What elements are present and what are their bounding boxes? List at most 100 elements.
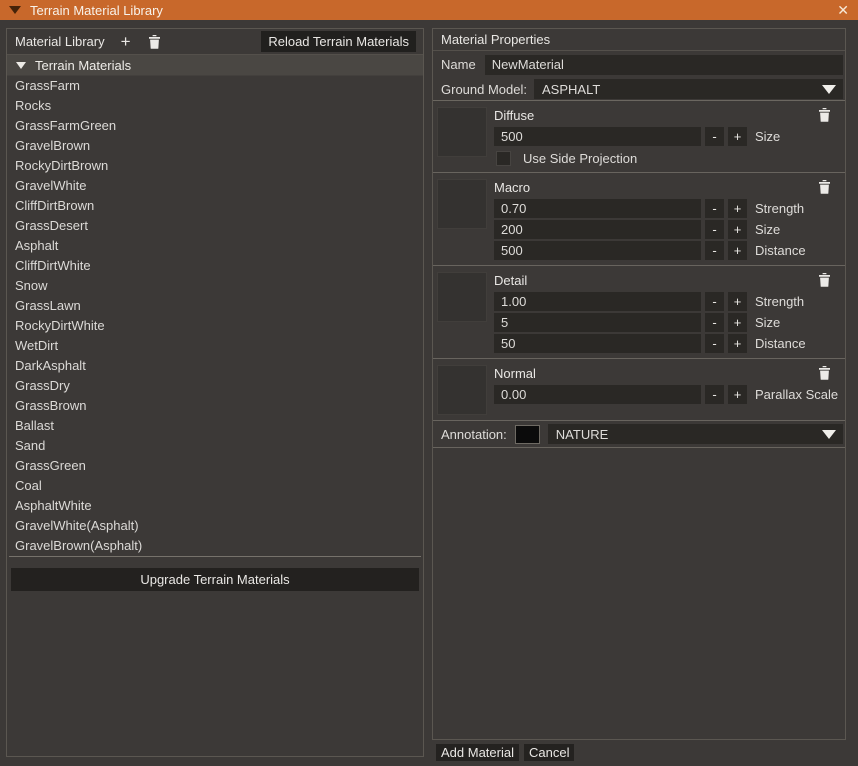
field-label: Distance: [755, 243, 806, 258]
upgrade-terrain-materials-button[interactable]: Upgrade Terrain Materials: [11, 568, 419, 591]
texture-section-rows: - + Strength - + Size - + Distance: [494, 292, 843, 353]
decrement-button[interactable]: -: [705, 334, 724, 353]
decrement-button[interactable]: -: [705, 241, 724, 260]
list-item[interactable]: DarkAsphalt: [7, 356, 423, 376]
close-icon[interactable]: ✕: [837, 0, 849, 20]
increment-button[interactable]: +: [728, 199, 747, 218]
value-input[interactable]: [494, 334, 701, 353]
list-item[interactable]: GrassDesert: [7, 216, 423, 236]
annotation-dropdown[interactable]: NATURE: [547, 424, 843, 444]
name-label: Name: [441, 57, 476, 72]
texture-sections: Diffuse - + Size Use Side Projection Mac…: [433, 101, 845, 421]
texture-thumbnail[interactable]: [437, 272, 487, 322]
increment-button[interactable]: +: [728, 241, 747, 260]
value-input[interactable]: [494, 385, 701, 404]
delete-texture-icon[interactable]: [819, 108, 830, 122]
field-row: - + Size: [494, 220, 843, 239]
list-item[interactable]: GravelWhite(Asphalt): [7, 516, 423, 536]
increment-button[interactable]: +: [728, 385, 747, 404]
list-item[interactable]: Sand: [7, 436, 423, 456]
ground-model-value: ASPHALT: [542, 81, 601, 97]
texture-section-body: Macro - + Strength - + Size - + Distance: [494, 177, 843, 260]
list-item[interactable]: RockyDirtBrown: [7, 156, 423, 176]
list-item[interactable]: Asphalt: [7, 236, 423, 256]
tree-root-label: Terrain Materials: [35, 57, 132, 73]
list-item[interactable]: GrassDry: [7, 376, 423, 396]
chevron-down-icon: [822, 429, 836, 439]
tree-root-terrain-materials[interactable]: Terrain Materials: [7, 55, 423, 76]
list-item[interactable]: GrassGreen: [7, 456, 423, 476]
name-row: Name: [433, 51, 845, 78]
list-item[interactable]: Snow: [7, 276, 423, 296]
list-item[interactable]: RockyDirtWhite: [7, 316, 423, 336]
use-side-projection-checkbox[interactable]: [496, 150, 511, 166]
annotation-color-swatch[interactable]: [514, 424, 540, 444]
reload-terrain-materials-button[interactable]: Reload Terrain Materials: [261, 31, 416, 52]
value-input[interactable]: [494, 199, 701, 218]
list-item[interactable]: Rocks: [7, 96, 423, 116]
material-library-header: Material Library + Reload Terrain Materi…: [7, 29, 423, 55]
list-item[interactable]: Ballast: [7, 416, 423, 436]
texture-section: Diffuse - + Size Use Side Projection: [433, 101, 845, 173]
delete-material-icon[interactable]: [148, 34, 160, 49]
material-library-label: Material Library: [15, 34, 105, 49]
material-list: GrassFarm Rocks GrassFarmGreen GravelBrown R…: [7, 76, 423, 556]
delete-texture-icon[interactable]: [819, 273, 830, 287]
titlebar[interactable]: Terrain Material Library ✕: [0, 0, 858, 20]
section-title: Diffuse: [494, 107, 535, 123]
texture-thumbnail[interactable]: [437, 365, 487, 415]
name-input[interactable]: [484, 54, 843, 75]
list-item[interactable]: GrassLawn: [7, 296, 423, 316]
list-item[interactable]: GravelWhite: [7, 176, 423, 196]
delete-texture-icon[interactable]: [819, 366, 830, 380]
field-label: Size: [755, 129, 781, 144]
decrement-button[interactable]: -: [705, 199, 724, 218]
add-material-icon[interactable]: +: [121, 33, 131, 50]
delete-texture-icon[interactable]: [819, 180, 830, 194]
material-properties-header: Material Properties: [433, 29, 845, 51]
checkbox-row: Use Side Projection: [494, 149, 843, 167]
collapse-arrow-icon: [16, 61, 26, 69]
value-input[interactable]: [494, 127, 701, 146]
increment-button[interactable]: +: [728, 292, 747, 311]
field-row: - + Distance: [494, 241, 843, 260]
decrement-button[interactable]: -: [705, 220, 724, 239]
increment-button[interactable]: +: [728, 220, 747, 239]
texture-section-rows: - + Size Use Side Projection: [494, 127, 843, 167]
material-properties-panel: Material Properties Name Ground Model: A…: [432, 28, 846, 740]
texture-section: Macro - + Strength - + Size - + Distance: [433, 173, 845, 266]
decrement-button[interactable]: -: [705, 385, 724, 404]
value-input[interactable]: [494, 220, 701, 239]
increment-button[interactable]: +: [728, 313, 747, 332]
section-title: Macro: [494, 179, 531, 195]
value-input[interactable]: [494, 241, 701, 260]
decrement-button[interactable]: -: [705, 127, 724, 146]
list-item[interactable]: AsphaltWhite: [7, 496, 423, 516]
list-item[interactable]: CliffDirtBrown: [7, 196, 423, 216]
add-material-button[interactable]: Add Material: [436, 744, 519, 761]
texture-thumbnail[interactable]: [437, 107, 487, 157]
value-input[interactable]: [494, 292, 701, 311]
increment-button[interactable]: +: [728, 127, 747, 146]
annotation-row: Annotation: NATURE: [433, 421, 845, 448]
increment-button[interactable]: +: [728, 334, 747, 353]
list-item[interactable]: GravelBrown(Asphalt): [7, 536, 423, 556]
field-label: Strength: [755, 201, 805, 216]
list-item[interactable]: GrassFarmGreen: [7, 116, 423, 136]
decrement-button[interactable]: -: [705, 292, 724, 311]
section-title: Normal: [494, 365, 536, 381]
ground-model-dropdown[interactable]: ASPHALT: [534, 79, 843, 99]
decrement-button[interactable]: -: [705, 313, 724, 332]
texture-thumbnail[interactable]: [437, 179, 487, 229]
texture-section-head: Macro: [494, 177, 843, 197]
texture-section: Normal - + Parallax Scale: [433, 359, 845, 421]
list-item[interactable]: WetDirt: [7, 336, 423, 356]
field-row: - + Size: [494, 127, 843, 146]
list-item[interactable]: GrassBrown: [7, 396, 423, 416]
cancel-button[interactable]: Cancel: [523, 744, 575, 761]
list-item[interactable]: CliffDirtWhite: [7, 256, 423, 276]
list-item[interactable]: GravelBrown: [7, 136, 423, 156]
value-input[interactable]: [494, 313, 701, 332]
list-item[interactable]: GrassFarm: [7, 76, 423, 96]
list-item[interactable]: Coal: [7, 476, 423, 496]
